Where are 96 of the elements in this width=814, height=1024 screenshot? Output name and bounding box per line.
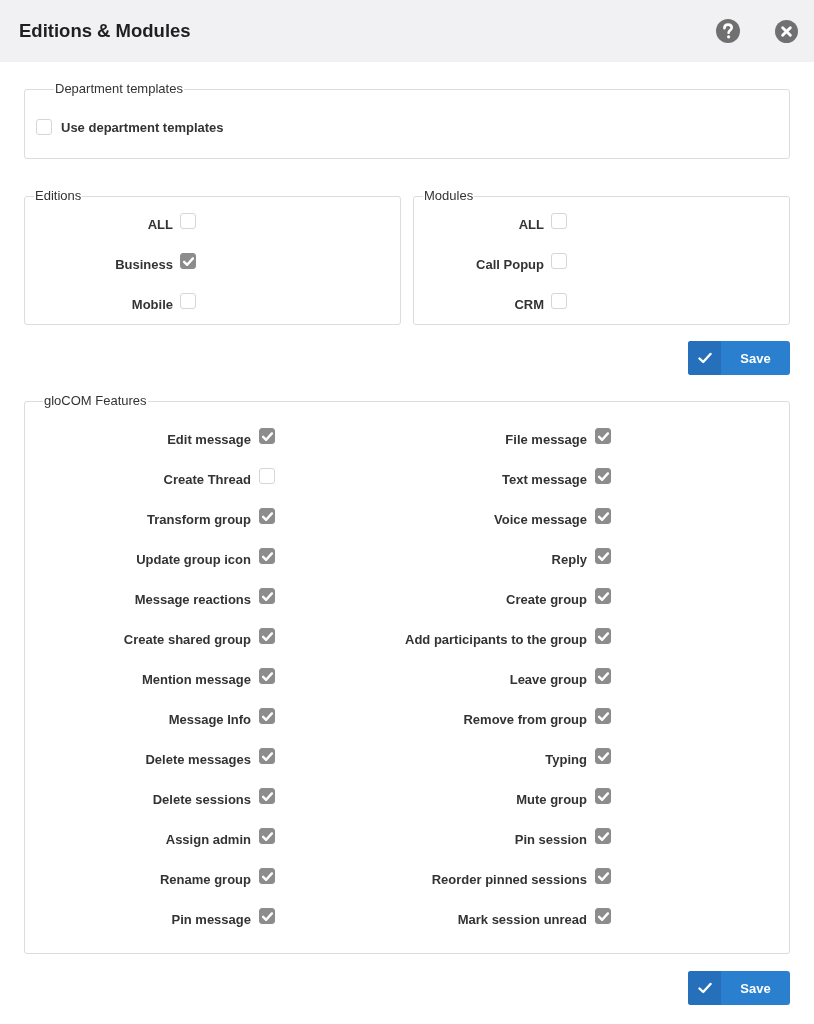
dialog-title: Editions & Modules [19, 20, 191, 42]
check-icon [597, 631, 609, 641]
checkbox-label: Leave group [509, 671, 587, 687]
checkbox[interactable] [595, 588, 611, 604]
close-icon[interactable] [775, 19, 798, 43]
checkbox-label: Text message [501, 471, 587, 487]
checkbox[interactable] [595, 708, 611, 724]
checkbox[interactable] [259, 508, 275, 524]
check-icon [261, 751, 273, 761]
checkbox-label: Pin session [514, 831, 587, 847]
checkbox-label: Add participants to the group [405, 631, 587, 647]
checkbox-label: Reorder pinned sessions [431, 871, 587, 887]
check-icon [597, 551, 609, 561]
checkbox-label: Assign admin [165, 831, 251, 847]
check-icon [597, 671, 609, 681]
check-icon [597, 711, 609, 721]
checkbox[interactable] [259, 868, 275, 884]
checkbox[interactable] [595, 668, 611, 684]
checkbox[interactable] [259, 428, 275, 444]
checkbox-label: Create group [506, 591, 587, 607]
save-button[interactable]: Save [688, 971, 790, 1005]
checkbox[interactable] [595, 908, 611, 924]
check-icon [597, 831, 609, 841]
checkbox-label: Create Thread [163, 471, 251, 487]
checkbox[interactable] [259, 588, 275, 604]
checkbox-label: Message reactions [134, 591, 251, 607]
checkbox-label: Mark session unread [457, 911, 587, 927]
check-icon [597, 751, 609, 761]
check-icon [261, 511, 273, 521]
check-icon [597, 911, 609, 921]
check-icon [261, 871, 273, 881]
checkbox[interactable] [259, 628, 275, 644]
check-icon [182, 256, 194, 266]
checkbox[interactable] [259, 828, 275, 844]
checkbox[interactable] [595, 628, 611, 644]
check-icon [597, 471, 609, 481]
checkbox-label: Call Popup [475, 256, 544, 272]
group-title: gloCOM Features [43, 393, 148, 409]
checkbox-label: CRM [513, 296, 544, 312]
check-icon [597, 431, 609, 441]
checkbox-label: Message Info [168, 711, 251, 727]
checkbox-label: Delete messages [145, 751, 251, 767]
check-icon [261, 551, 273, 561]
checkbox[interactable] [595, 788, 611, 804]
group-title: Editions [34, 188, 83, 204]
checkbox-label: Rename group [160, 871, 251, 887]
check-icon [261, 831, 273, 841]
checkbox[interactable] [595, 508, 611, 524]
checkbox-label: Create shared group [123, 631, 251, 647]
check-icon [597, 511, 609, 521]
save-button[interactable]: Save [688, 341, 790, 375]
check-icon [261, 671, 273, 681]
check-icon [261, 591, 273, 601]
check-icon [261, 791, 273, 801]
group-title: Modules [423, 188, 475, 204]
checkbox[interactable] [259, 788, 275, 804]
checkbox-label: Edit message [167, 431, 251, 447]
checkbox-label: Mute group [516, 791, 587, 807]
check-icon [261, 711, 273, 721]
checkbox[interactable] [595, 428, 611, 444]
checkbox[interactable] [259, 748, 275, 764]
checkbox-label: ALL [146, 216, 173, 232]
check-icon [261, 631, 273, 641]
checkbox-label: ALL [517, 216, 544, 232]
checkbox[interactable] [595, 468, 611, 484]
group-title: Department templates [54, 81, 184, 97]
check-icon [597, 791, 609, 801]
checkbox[interactable] [259, 908, 275, 924]
checkbox[interactable] [595, 868, 611, 884]
checkbox-label: Use department templates [61, 119, 224, 135]
help-icon[interactable] [716, 19, 740, 43]
check-icon [261, 431, 273, 441]
checkbox[interactable] [595, 748, 611, 764]
checkbox-label: File message [505, 431, 587, 447]
check-icon [688, 971, 721, 1005]
checkbox-label: Business [114, 256, 173, 272]
check-icon [597, 871, 609, 881]
checkbox-label: Reply [551, 551, 587, 567]
check-icon [597, 591, 609, 601]
check-icon [688, 341, 721, 375]
checkbox[interactable] [259, 548, 275, 564]
checkbox[interactable] [259, 708, 275, 724]
checkbox-label: Mention message [141, 671, 251, 687]
check-icon [261, 911, 273, 921]
checkbox[interactable] [595, 828, 611, 844]
checkbox-label: Mobile [130, 296, 173, 312]
checkbox-label: Pin message [171, 911, 251, 927]
checkbox-label: Update group icon [136, 551, 251, 567]
checkbox[interactable] [180, 253, 196, 269]
checkbox-label: Transform group [147, 511, 251, 527]
checkbox-label: Voice message [494, 511, 587, 527]
checkbox[interactable] [595, 548, 611, 564]
checkbox[interactable] [259, 668, 275, 684]
checkbox-label: Typing [545, 751, 587, 767]
checkbox-label: Remove from group [463, 711, 587, 727]
checkbox-label: Delete sessions [152, 791, 251, 807]
